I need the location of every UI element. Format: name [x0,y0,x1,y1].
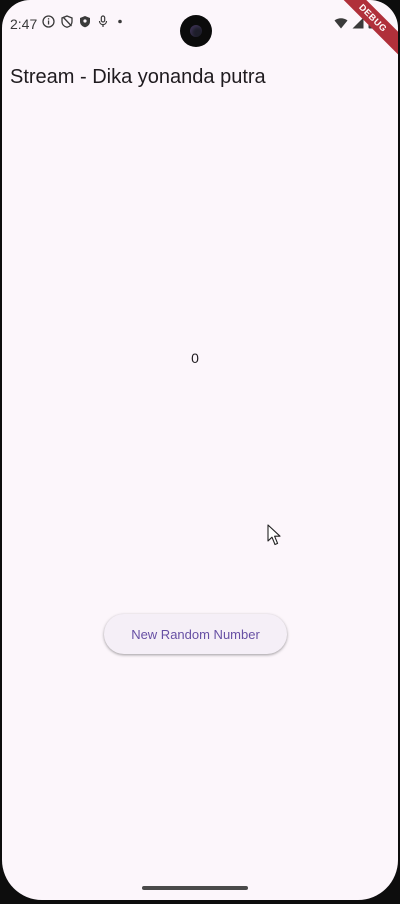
status-bar: 2:47 DEBUG [2,0,398,63]
mouse-pointer-icon [267,524,281,551]
info-icon [42,15,55,28]
wifi-icon [334,16,348,34]
dot-icon [115,15,125,28]
shield-icon [79,15,91,28]
new-random-number-button[interactable]: New Random Number [104,614,287,654]
device-frame: 2:47 DEBUG Stream - Dika yonanda putra 0… [0,0,400,904]
status-time: 2:47 [10,16,38,32]
status-icons-left [42,15,125,28]
home-indicator[interactable] [142,886,248,890]
page-title: Stream - Dika yonanda putra [10,66,266,88]
front-camera [180,15,212,47]
random-number-display: 0 [191,350,199,366]
mic-icon [97,15,109,28]
shield-slash-icon [61,15,73,28]
app-screen: 2:47 DEBUG Stream - Dika yonanda putra 0… [2,0,398,900]
